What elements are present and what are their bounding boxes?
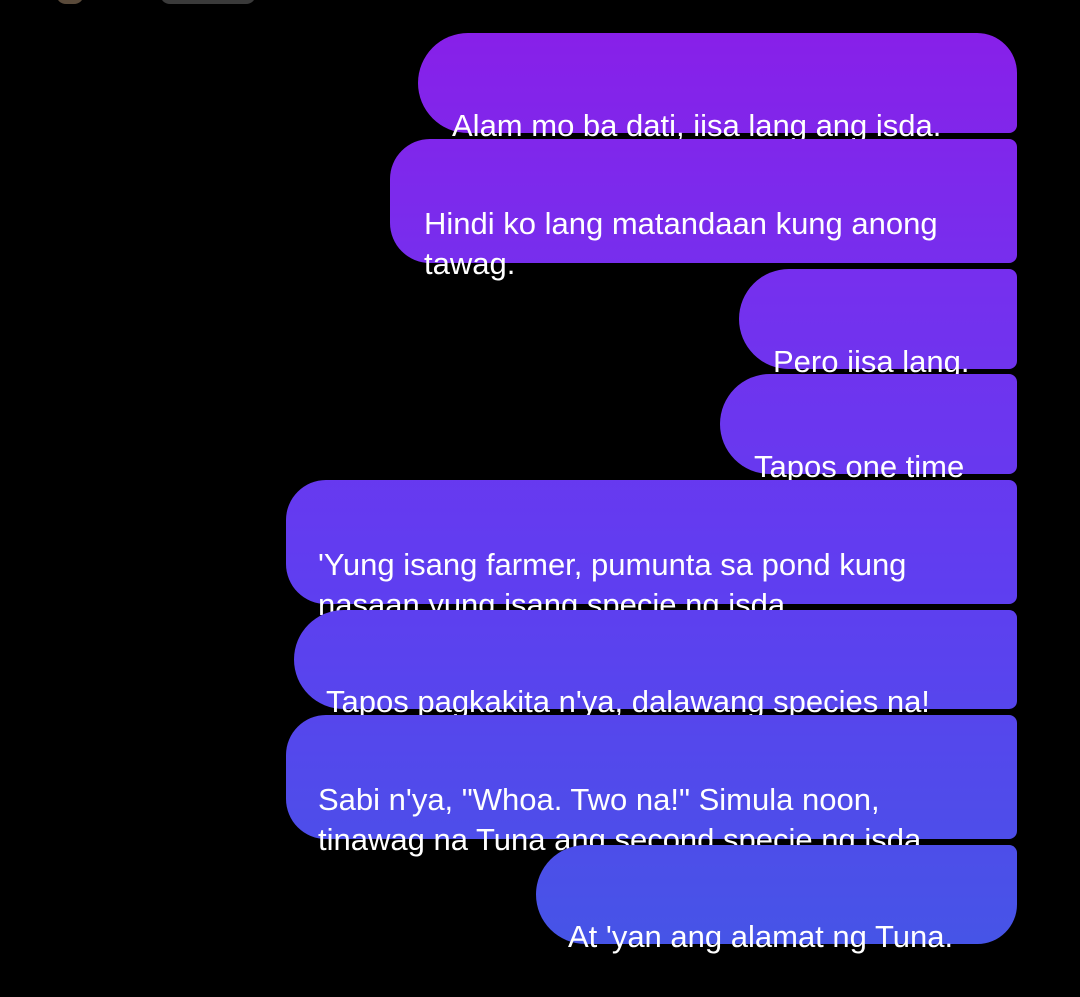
- sent-message-bubble[interactable]: Tapos one time: [720, 374, 1017, 484]
- sent-message-bubble[interactable]: Hindi ko lang matandaan kung anong tawag…: [390, 139, 1017, 281]
- avatar: [56, 0, 84, 4]
- message-thread: Alam mo ba dati, iisa lang ang isda. Hin…: [0, 0, 1080, 973]
- sent-message-bubble[interactable]: Pero iisa lang.: [739, 269, 1017, 379]
- sent-message-bubble[interactable]: 'Yung isang farmer, pumunta sa pond kung…: [286, 480, 1017, 622]
- sent-message-bubble[interactable]: At 'yan ang alamat ng Tuna.: [536, 845, 1017, 954]
- sent-message-bubble[interactable]: Tapos pagkakita n'ya, dalawang species n…: [294, 610, 1017, 719]
- sent-message-bubble[interactable]: Sabi n'ya, "Whoa. Two na!" Simula noon, …: [286, 715, 1017, 857]
- header-remnant: [160, 0, 256, 4]
- sent-message-bubble[interactable]: Alam mo ba dati, iisa lang ang isda.: [418, 33, 1017, 143]
- message-text: At 'yan ang alamat ng Tuna.: [568, 919, 954, 954]
